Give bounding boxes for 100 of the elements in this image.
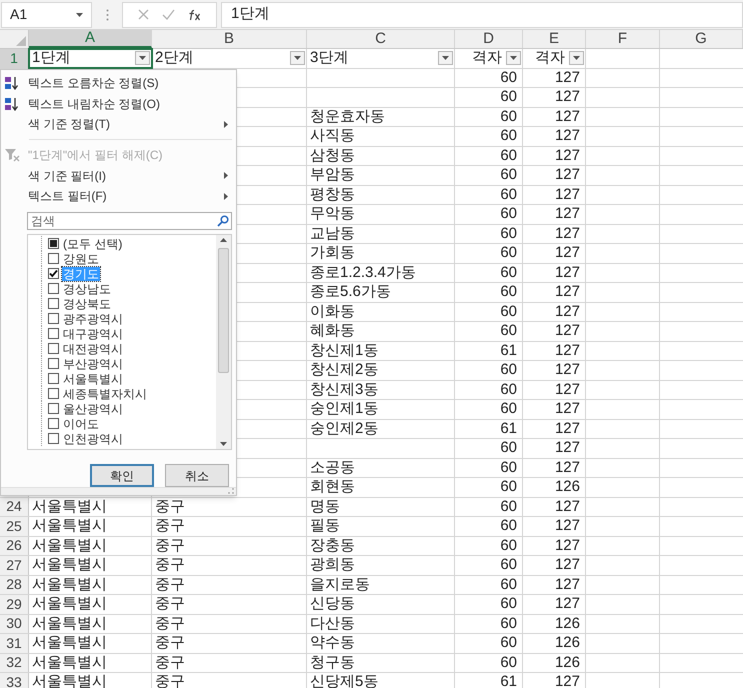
dropdown-caret-icon xyxy=(139,56,146,60)
list-item[interactable]: 이어도 xyxy=(62,416,100,431)
table-cell-text: 127 xyxy=(554,282,580,302)
table-cell-text: 60 xyxy=(500,574,517,594)
filter-dropdown-button[interactable] xyxy=(569,51,584,66)
table-cell-text: 다산동 xyxy=(310,614,355,634)
formula-input[interactable]: 1단계 xyxy=(221,2,743,28)
table-cell-text: 숭인제1동 xyxy=(310,399,378,419)
table-cell-text: 서울특별시 xyxy=(32,516,107,536)
table-cell-text: 60 xyxy=(500,496,517,516)
table-cell-text: 127 xyxy=(554,243,580,263)
table-cell-text: 60 xyxy=(500,477,517,497)
table-cell-text: 장충동 xyxy=(310,536,355,556)
table-cell-text: 60 xyxy=(500,399,517,419)
ok-button[interactable]: 확인 xyxy=(90,464,154,488)
row-number: 27 xyxy=(0,556,29,574)
submenu-arrow-icon xyxy=(224,120,228,128)
table-cell-text: 127 xyxy=(554,204,580,224)
table-cell-text: 60 xyxy=(500,184,517,204)
table-cell-text: 가회동 xyxy=(310,243,355,263)
table-cell-text: 127 xyxy=(554,380,580,400)
checkbox[interactable] xyxy=(48,283,59,294)
list-item[interactable]: 인천광역시 xyxy=(62,432,124,446)
checkbox[interactable] xyxy=(48,388,59,400)
scroll-up-arrow-icon[interactable] xyxy=(220,238,227,242)
search-field[interactable]: 검색 xyxy=(27,212,232,230)
table-cell-text: 서울특별시 xyxy=(32,536,107,556)
more-options-icon xyxy=(106,8,109,20)
table-cell-text: 신당동 xyxy=(310,594,355,614)
list-item[interactable]: 대전광역시 xyxy=(62,342,124,356)
table-cell-text: 서울특별시 xyxy=(32,496,107,516)
checkbox[interactable] xyxy=(48,328,59,340)
list-item[interactable]: 서울특별시 xyxy=(62,372,124,386)
table-cell-text: 서울특별시 xyxy=(32,574,107,594)
submenu-arrow-icon xyxy=(224,172,228,180)
checkbox[interactable] xyxy=(48,268,59,280)
table-cell-text: 필동 xyxy=(310,516,340,536)
name-box[interactable]: A1 xyxy=(1,2,92,28)
table-cell-text: 중구 xyxy=(155,516,185,536)
checkbox[interactable] xyxy=(48,298,59,310)
list-item[interactable]: 강원도 xyxy=(62,252,100,266)
list-item[interactable]: 경상북도 xyxy=(62,296,112,311)
table-cell-text: 60 xyxy=(500,594,517,614)
checkbox[interactable] xyxy=(48,403,59,414)
table-cell-text: 60 xyxy=(500,106,517,126)
filter-dropdown-button[interactable] xyxy=(135,51,150,66)
filter-dropdown-button[interactable] xyxy=(438,51,453,66)
checkbox[interactable] xyxy=(48,343,59,354)
table-cell-text: 60 xyxy=(500,458,517,478)
list-item[interactable]: 경상남도 xyxy=(62,282,112,296)
table-cell-text: 60 xyxy=(500,555,517,575)
filter-dropdown-button[interactable] xyxy=(290,51,305,66)
column-header[interactable]: D xyxy=(455,30,523,48)
dropdown-caret-icon xyxy=(573,56,580,60)
table-cell-text: 서울특별시 xyxy=(32,652,107,672)
table-cell-text: 60 xyxy=(500,633,517,653)
checkbox[interactable] xyxy=(48,433,59,444)
list-item[interactable]: (모두 선택) xyxy=(62,236,124,251)
checkbox[interactable] xyxy=(48,253,59,264)
table-cell-text: 127 xyxy=(554,126,580,146)
table-cell-text: 61 xyxy=(500,672,517,688)
row-number: 30 xyxy=(0,614,29,633)
table-header-cell: 격자 xyxy=(523,49,586,68)
column-header[interactable]: A xyxy=(29,30,152,48)
column-header[interactable]: C xyxy=(307,30,455,48)
table-cell-text: 60 xyxy=(500,87,517,107)
enter-checkmark-icon[interactable] xyxy=(162,9,174,20)
list-item[interactable]: 광주광역시 xyxy=(62,312,124,326)
row-number: 32 xyxy=(0,654,29,672)
column-header[interactable]: B xyxy=(152,30,307,48)
insert-function-icon[interactable] xyxy=(188,8,202,20)
menu-item[interactable]: 텍스트 내림차순 정렬(O) xyxy=(1,93,236,114)
table-cell-text: 교남동 xyxy=(310,224,355,244)
checkbox[interactable] xyxy=(48,358,59,370)
table-cell-text: 서울특별시 xyxy=(32,633,107,653)
menu-item[interactable]: 색 기준 필터(I) xyxy=(1,166,236,186)
cancel-button[interactable]: 취소 xyxy=(165,464,229,488)
table-cell-text: 127 xyxy=(554,165,580,185)
list-item[interactable]: 울산광역시 xyxy=(62,402,124,416)
checkbox[interactable] xyxy=(48,373,59,384)
table-cell-text: 126 xyxy=(554,633,580,653)
checkbox[interactable] xyxy=(48,313,59,324)
filter-dropdown-button[interactable] xyxy=(506,51,521,66)
menu-item[interactable]: 색 기준 정렬(T) xyxy=(1,114,236,134)
table-cell-text: 창신제3동 xyxy=(310,380,378,400)
column-header[interactable]: E xyxy=(523,30,586,48)
resize-grip-icon[interactable] xyxy=(228,488,234,494)
scrollbar[interactable] xyxy=(216,235,231,450)
list-item[interactable]: 부산광역시 xyxy=(62,356,124,371)
column-header[interactable]: F xyxy=(586,30,660,48)
menu-item[interactable]: 텍스트 필터(F) xyxy=(1,186,236,206)
list-item[interactable]: 세종특별자치시 xyxy=(62,386,148,401)
row-number: 29 xyxy=(0,595,29,614)
scroll-down-arrow-icon[interactable] xyxy=(220,442,227,446)
dropdown-caret-icon xyxy=(76,12,83,16)
checkbox[interactable] xyxy=(48,418,59,430)
column-header[interactable]: G xyxy=(660,30,743,48)
list-item[interactable]: 대구광역시 xyxy=(62,326,124,341)
table-cell-text: 중구 xyxy=(155,594,185,614)
menu-item[interactable]: 텍스트 오름차순 정렬(S) xyxy=(1,73,236,94)
